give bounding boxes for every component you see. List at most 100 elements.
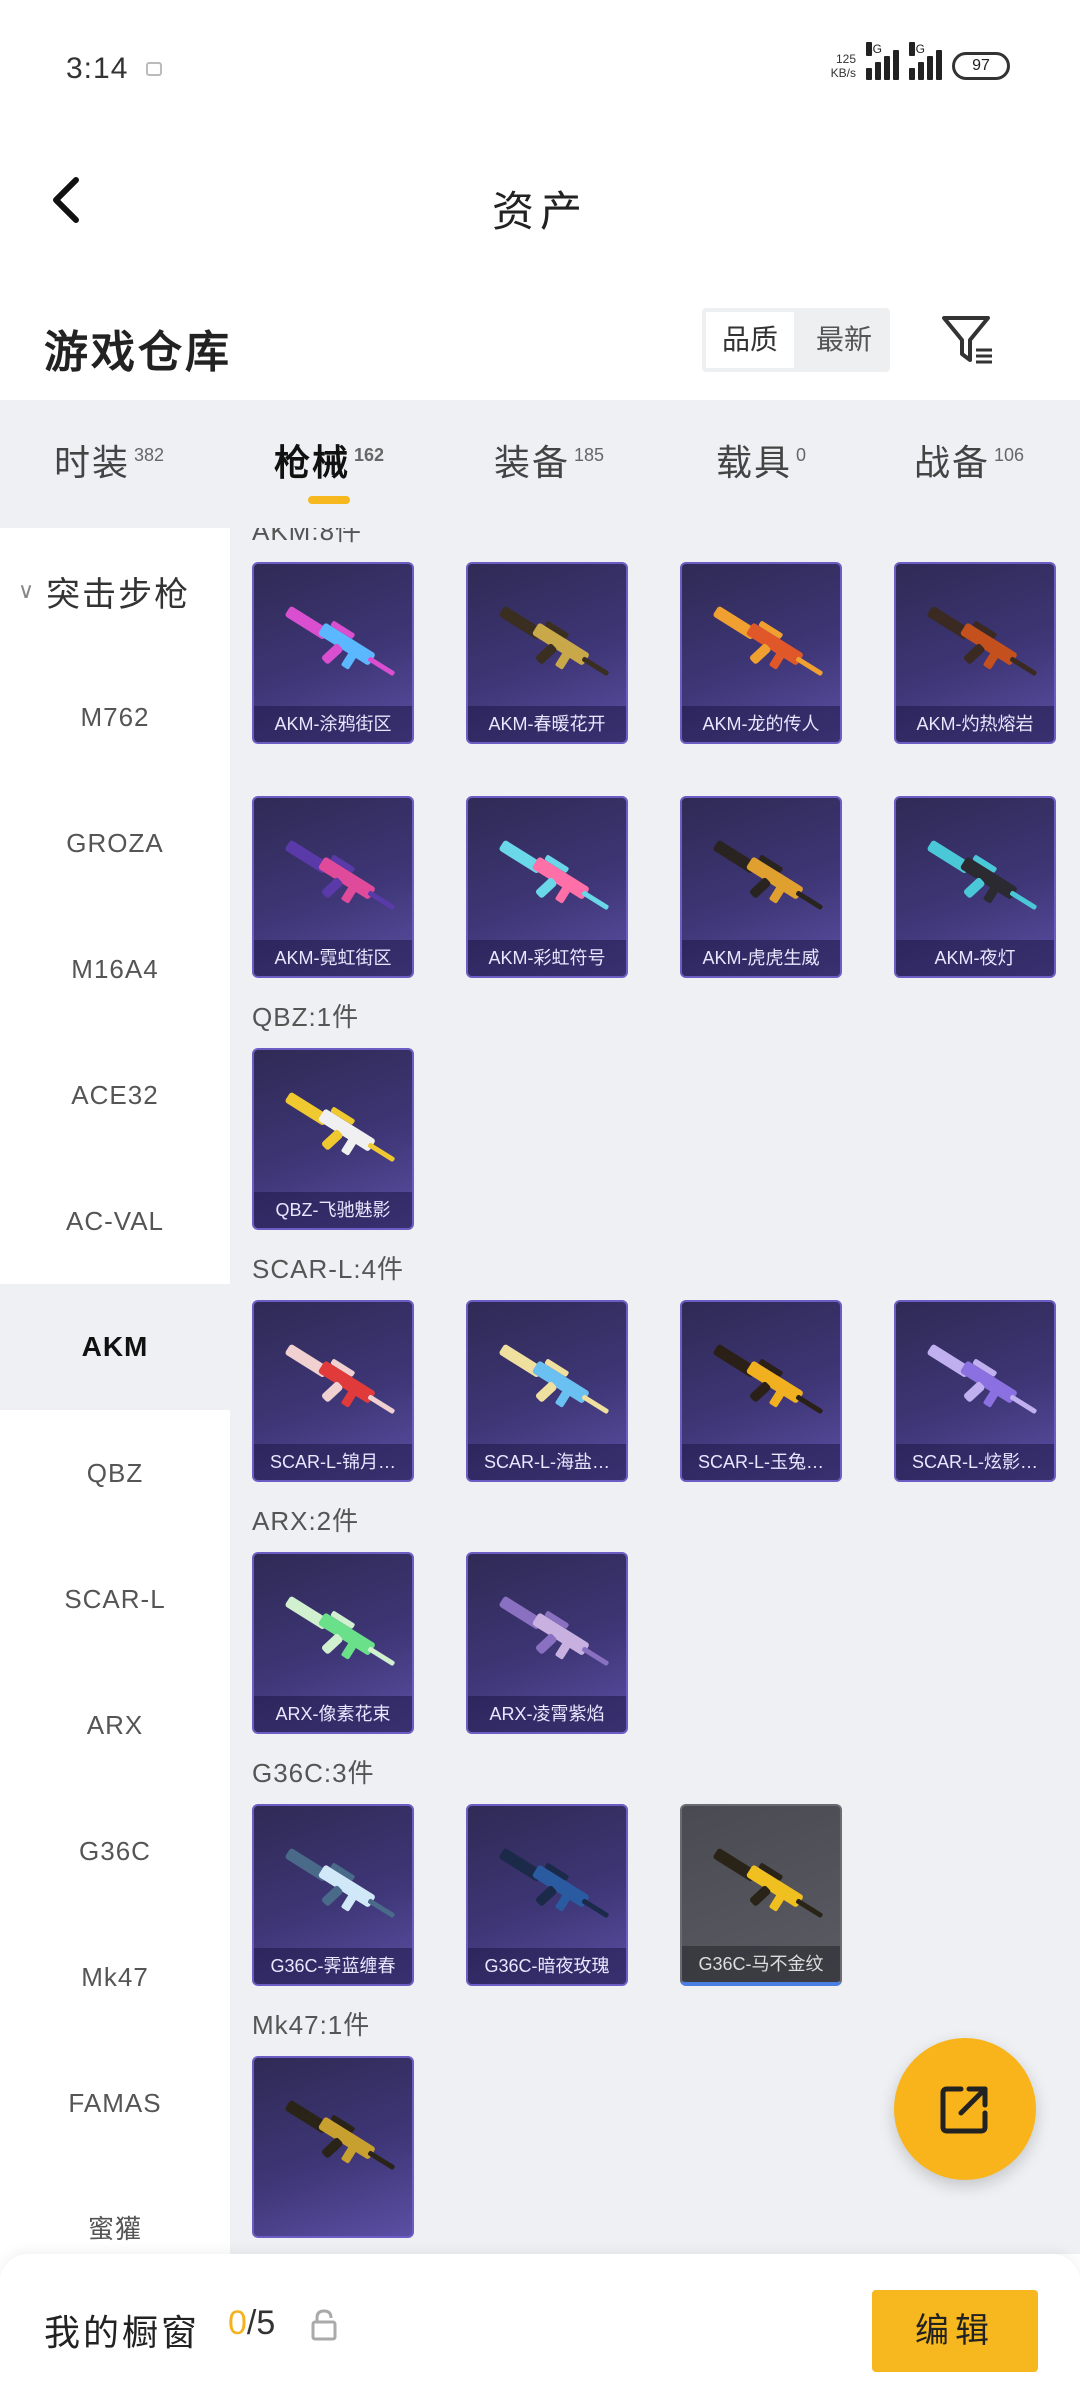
tab-supplies[interactable]: 战备 106: [914, 434, 1024, 486]
weapon-skin-image: [285, 606, 395, 676]
notification-icon: [146, 62, 162, 76]
weapon-skin-grid: SCAR-L-锦月… SCAR-L-海盐… SCAR-L-玉兔… SCAR-L-炫影…: [230, 1300, 1080, 1482]
weapon-skin-image: [285, 1848, 395, 1918]
tab-equipment[interactable]: 装备 185: [494, 434, 604, 486]
skin-name: AKM-涂鸦街区: [254, 706, 412, 742]
weapon-sidebar: ∨ 突击步枪 M762 GROZA M16A4 ACE32 AC-VAL AKM QBZ SC…: [0, 528, 230, 2254]
weapon-skin-image: [285, 2100, 395, 2170]
sidebar-item[interactable]: G36C: [0, 1788, 230, 1914]
weapon-skin-grid: ARX-像素花束 ARX-凌霄紫焰: [230, 1552, 1080, 1734]
weapon-group-label: QBZ:1件: [252, 1002, 360, 1032]
active-tab-indicator: [308, 496, 350, 504]
edit-button[interactable]: 编辑: [872, 2290, 1038, 2372]
skin-name: G36C-霁蓝缠春: [254, 1948, 412, 1984]
weapon-skin-card[interactable]: AKM-灼热熔岩: [894, 562, 1056, 744]
filter-icon[interactable]: [938, 310, 998, 370]
weapon-skin-image: [927, 606, 1037, 676]
weapon-skin-image: [285, 1596, 395, 1666]
weapon-skin-card[interactable]: [252, 2056, 414, 2238]
weapon-skin-card[interactable]: AKM-霓虹街区: [252, 796, 414, 978]
sidebar-item[interactable]: GROZA: [0, 780, 230, 906]
weapon-skin-card[interactable]: SCAR-L-炫影…: [894, 1300, 1056, 1482]
skin-name: AKM-龙的传人: [682, 706, 840, 742]
status-bar: 3:14 125 KB/s 5G 5G 97: [0, 0, 1080, 140]
weapon-skin-image: [499, 1344, 609, 1414]
sidebar-item[interactable]: Mk47: [0, 1914, 230, 2040]
sidebar-item[interactable]: ACE32: [0, 1032, 230, 1158]
weapon-skin-card[interactable]: ARX-凌霄紫焰: [466, 1552, 628, 1734]
app-header: 资产: [0, 140, 1080, 260]
weapon-skin-card[interactable]: AKM-龙的传人: [680, 562, 842, 744]
sidebar-item[interactable]: M762: [0, 654, 230, 780]
sidebar-item[interactable]: FAMAS: [0, 2040, 230, 2166]
weapon-skin-card[interactable]: QBZ-飞驰魅影: [252, 1048, 414, 1230]
weapon-skin-card[interactable]: G36C-霁蓝缠春: [252, 1804, 414, 1986]
sidebar-item[interactable]: 蜜獾: [0, 2166, 230, 2254]
skin-name: AKM-春暖花开: [468, 706, 626, 742]
sort-toggle: 品质 最新: [702, 308, 890, 372]
skin-name: G36C-暗夜玫瑰: [468, 1948, 626, 1984]
share-icon: [940, 2086, 988, 2134]
sort-quality-button[interactable]: 品质: [706, 312, 794, 368]
weapon-skin-image: [499, 1596, 609, 1666]
sidebar-group-assault-rifles[interactable]: ∨ 突击步枪: [0, 528, 230, 654]
weapon-group-label: G36C:3件: [252, 1758, 375, 1788]
sidebar-item[interactable]: ARX: [0, 1662, 230, 1788]
chevron-down-icon: ∨: [18, 578, 37, 603]
weapon-skin-image: [927, 1344, 1037, 1414]
weapon-skin-card[interactable]: AKM-虎虎生威: [680, 796, 842, 978]
weapon-skin-image: [285, 840, 395, 910]
skin-list: AKM:8件 AKM-涂鸦街区 AKM-春暖花开 AKM-龙的传人 AKM-灼热熔岩 AK…: [230, 528, 1080, 2254]
warehouse-header: 游戏仓库 品质 最新: [0, 290, 1080, 390]
weapon-skin-image: [285, 1344, 395, 1414]
skin-name: AKM-彩虹符号: [468, 940, 626, 976]
showcase-bar: 我的橱窗 0/5 编辑: [0, 2254, 1080, 2400]
weapon-skin-card[interactable]: AKM-涂鸦街区: [252, 562, 414, 744]
weapon-skin-card[interactable]: ARX-像素花束: [252, 1552, 414, 1734]
skin-name: SCAR-L-海盐…: [468, 1444, 626, 1480]
weapon-skin-card[interactable]: G36C-暗夜玫瑰: [466, 1804, 628, 1986]
signal-icon: 5G: [866, 42, 899, 80]
sidebar-item[interactable]: SCAR-L: [0, 1536, 230, 1662]
status-indicators: 125 KB/s 5G 5G 97: [830, 42, 1010, 80]
skin-name: ARX-像素花束: [254, 1696, 412, 1732]
weapon-group-label: ARX:2件: [252, 1506, 360, 1536]
weapon-skin-card[interactable]: SCAR-L-锦月…: [252, 1300, 414, 1482]
weapon-skin-card[interactable]: G36C-马不金纹: [680, 1804, 842, 1986]
skin-name: AKM-虎虎生威: [682, 940, 840, 976]
tab-fashion[interactable]: 时装 382: [54, 434, 164, 486]
skin-name: SCAR-L-炫影…: [896, 1444, 1054, 1480]
weapon-skin-image: [927, 840, 1037, 910]
weapon-skin-card[interactable]: AKM-春暖花开: [466, 562, 628, 744]
share-button[interactable]: [894, 2038, 1036, 2180]
page-title: 资产: [491, 188, 588, 235]
weapon-skin-image: [713, 840, 823, 910]
status-time: 3:14: [66, 52, 129, 85]
signal-icon-2: 5G: [909, 42, 942, 80]
weapon-skin-card[interactable]: SCAR-L-玉兔…: [680, 1300, 842, 1482]
weapon-skin-image: [713, 1344, 823, 1414]
sidebar-item[interactable]: QBZ: [0, 1410, 230, 1536]
weapon-skin-card[interactable]: SCAR-L-海盐…: [466, 1300, 628, 1482]
sidebar-item[interactable]: M16A4: [0, 906, 230, 1032]
weapon-skin-grid: QBZ-飞驰魅影: [230, 1048, 1080, 1230]
tab-firearms[interactable]: 枪械 162: [274, 434, 384, 486]
sort-newest-button[interactable]: 最新: [798, 308, 890, 372]
weapon-skin-image: [499, 606, 609, 676]
skin-name: AKM-灼热熔岩: [896, 706, 1054, 742]
showcase-count: 0/5: [228, 2304, 276, 2342]
weapon-skin-card[interactable]: AKM-彩虹符号: [466, 796, 628, 978]
sidebar-item[interactable]: AKM: [0, 1284, 230, 1410]
lock-icon: [311, 2309, 337, 2341]
skin-name: AKM-霓虹街区: [254, 940, 412, 976]
weapon-skin-image: [713, 1848, 823, 1918]
skin-name: G36C-马不金纹: [682, 1946, 840, 1982]
weapon-skin-card[interactable]: AKM-夜灯: [894, 796, 1056, 978]
sidebar-item[interactable]: AC-VAL: [0, 1158, 230, 1284]
weapon-skin-image: [499, 1848, 609, 1918]
weapon-skin-image: [499, 840, 609, 910]
battery-icon: 97: [952, 52, 1010, 80]
tab-vehicles[interactable]: 载具 0: [716, 434, 806, 486]
showcase-label: 我的橱窗: [44, 2312, 201, 2353]
net-speed: 125 KB/s: [830, 52, 856, 80]
